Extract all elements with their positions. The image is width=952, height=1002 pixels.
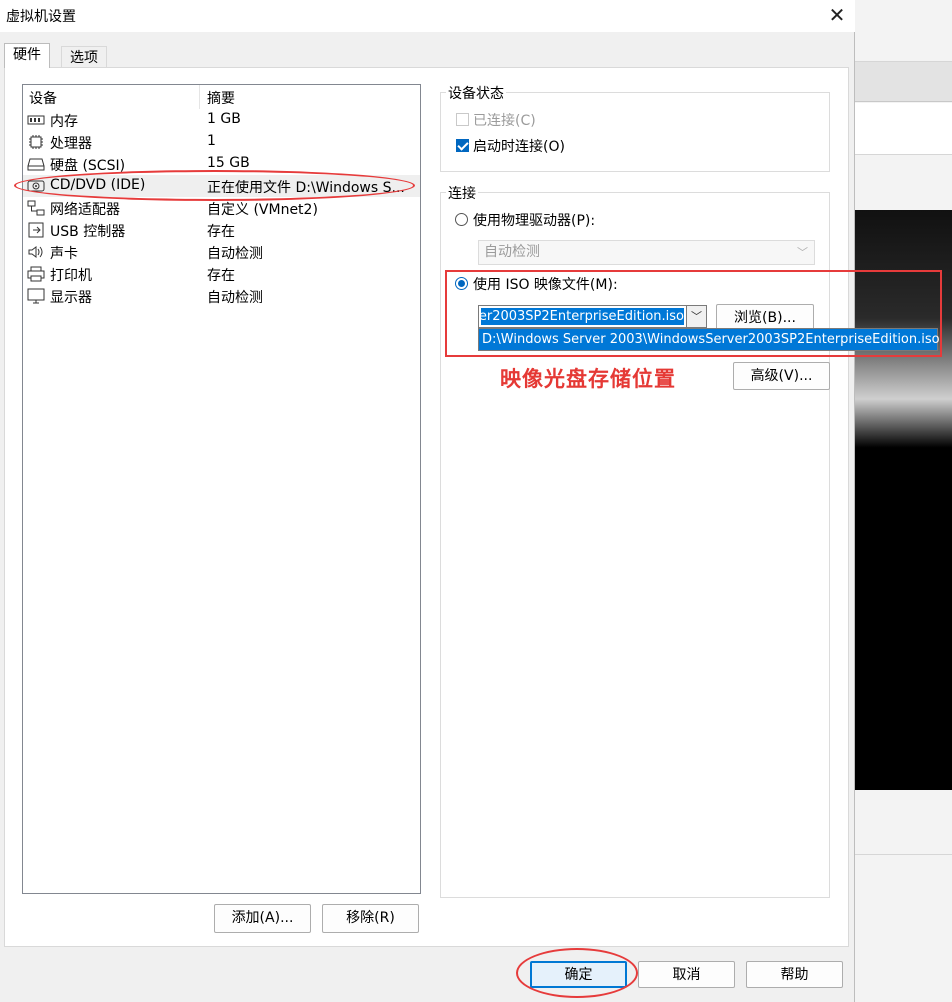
connection-group — [440, 192, 830, 898]
usb-icon — [28, 222, 44, 238]
iso-image-label: 使用 ISO 映像文件(M): — [473, 277, 618, 293]
device-name: CD/DVD (IDE) — [50, 177, 146, 193]
annotation-text: 映像光盘存储位置 — [500, 367, 676, 391]
memory-icon — [27, 115, 45, 125]
device-status-group — [440, 92, 830, 172]
background-toolbar — [855, 0, 952, 62]
cancel-button[interactable]: 取消 — [638, 961, 735, 988]
device-status-label: 设备状态 — [446, 83, 506, 103]
cd-dvd-icon — [27, 180, 45, 192]
iso-path-input[interactable]: ver2003SP2EnterpriseEdition.iso — [481, 308, 684, 325]
device-row-cd-dvd[interactable]: CD/DVD (IDE) 正在使用文件 D:\Windows S... — [23, 175, 420, 197]
device-row-printer[interactable]: 打印机 存在 — [23, 263, 420, 285]
cpu-icon — [29, 135, 43, 149]
window-title: 虚拟机设置 — [6, 9, 76, 25]
chevron-down-icon: ﹀ — [797, 246, 808, 259]
device-summary: 15 GB — [207, 155, 250, 171]
device-summary: 自动检测 — [207, 246, 263, 262]
monitor-icon — [27, 288, 45, 304]
column-header-device[interactable]: 设备 — [29, 88, 57, 108]
device-summary: 存在 — [207, 268, 235, 284]
speaker-icon — [28, 246, 43, 258]
title-bar: 虚拟机设置 ✕ — [0, 0, 855, 32]
connected-label: 已连接(C) — [473, 113, 536, 129]
background-panel — [855, 103, 952, 155]
device-name: 显示器 — [50, 290, 92, 306]
device-row-processor[interactable]: 处理器 1 — [23, 131, 420, 153]
background-footer — [855, 790, 952, 1002]
column-header-summary[interactable]: 摘要 — [207, 88, 235, 108]
device-row-usb-controller[interactable]: USB 控制器 存在 — [23, 219, 420, 241]
device-row-sound-card[interactable]: 声卡 自动检测 — [23, 241, 420, 263]
device-name: 内存 — [50, 114, 78, 130]
tab-hardware[interactable]: 硬件 — [4, 43, 50, 68]
connection-label: 连接 — [446, 183, 478, 203]
chevron-down-icon[interactable]: ﹀ — [686, 306, 706, 327]
device-row-network-adapter[interactable]: 网络适配器 自定义 (VMnet2) — [23, 197, 420, 219]
physical-drive-label: 使用物理驱动器(P): — [473, 213, 596, 229]
device-name: 打印机 — [50, 268, 92, 284]
device-name: 硬盘 (SCSI) — [50, 158, 126, 174]
background-tabbar — [855, 62, 952, 102]
device-summary: 自动检测 — [207, 290, 263, 306]
device-summary: 存在 — [207, 224, 235, 240]
device-summary: 1 — [207, 133, 216, 149]
background-window — [855, 0, 952, 1002]
device-list[interactable]: 设备 摘要 内存 1 GB 处理器 1 硬盘 (SCSI) 15 GB CD/D… — [22, 84, 421, 894]
device-name: 处理器 — [50, 136, 92, 152]
background-panel-2 — [855, 155, 952, 210]
network-adapter-icon — [27, 200, 45, 216]
vm-settings-dialog: 虚拟机设置 ✕ 硬件 选项 设备 摘要 内存 1 GB 处理器 1 硬盘 (SC… — [0, 0, 940, 1002]
device-row-hard-disk[interactable]: 硬盘 (SCSI) 15 GB — [23, 153, 420, 175]
printer-icon — [27, 266, 45, 282]
device-row-memory[interactable]: 内存 1 GB — [23, 109, 420, 131]
connected-checkbox[interactable] — [456, 113, 469, 126]
hard-disk-icon — [27, 158, 45, 171]
device-summary: 1 GB — [207, 111, 241, 127]
add-device-button[interactable]: 添加(A)... — [214, 904, 311, 933]
remove-device-button[interactable]: 移除(R) — [322, 904, 419, 933]
tab-options[interactable]: 选项 — [61, 46, 107, 68]
device-name: 网络适配器 — [50, 202, 120, 218]
close-icon[interactable]: ✕ — [820, 0, 854, 32]
help-button[interactable]: 帮助 — [746, 961, 843, 988]
iso-path-dropdown-option[interactable]: D:\Windows Server 2003\WindowsServer2003… — [478, 328, 940, 351]
device-summary: 自定义 (VMnet2) — [207, 202, 318, 218]
connect-at-power-on-checkbox[interactable] — [456, 139, 469, 152]
physical-drive-radio[interactable] — [455, 213, 468, 226]
vm-screen-preview — [855, 210, 952, 790]
physical-drive-value: 自动检测 — [484, 244, 540, 260]
device-summary: 正在使用文件 D:\Windows S... — [207, 180, 405, 196]
connect-at-power-on-label: 启动时连接(O) — [473, 139, 565, 155]
advanced-button[interactable]: 高级(V)... — [733, 362, 830, 390]
device-name: USB 控制器 — [50, 224, 126, 240]
device-name: 声卡 — [50, 246, 78, 262]
ok-button[interactable]: 确定 — [530, 961, 627, 988]
device-row-display[interactable]: 显示器 自动检测 — [23, 285, 420, 307]
device-list-header: 设备 摘要 — [23, 85, 420, 109]
physical-drive-select[interactable]: 自动检测 ﹀ — [478, 240, 815, 265]
iso-image-radio[interactable] — [455, 277, 468, 290]
iso-path-combobox[interactable]: ver2003SP2EnterpriseEdition.iso ﹀ — [478, 305, 707, 328]
